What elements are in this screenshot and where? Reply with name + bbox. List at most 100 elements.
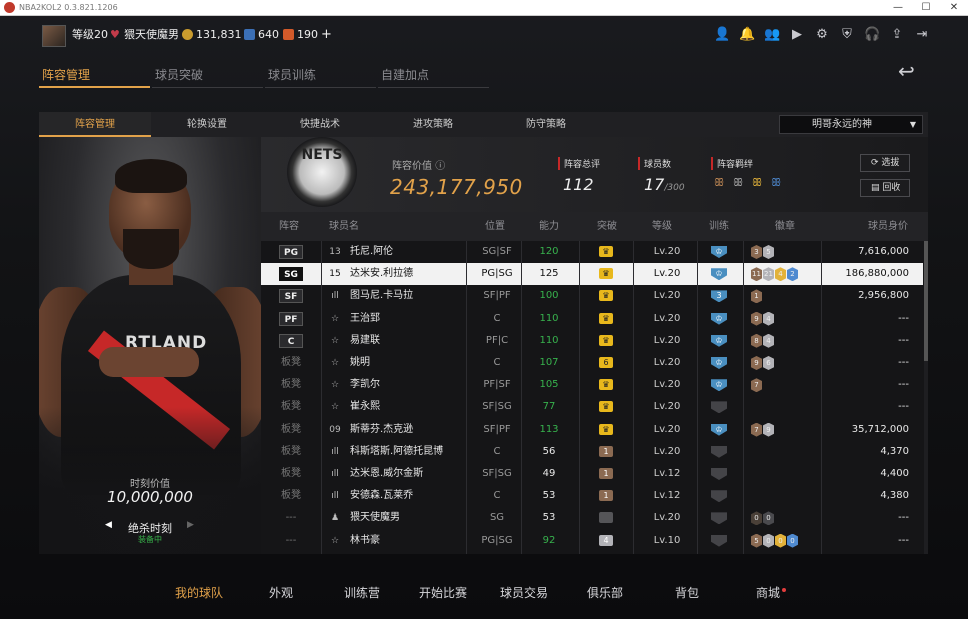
add-currency-button[interactable]: + bbox=[321, 28, 332, 42]
lineup-slot[interactable]: PF bbox=[279, 311, 303, 326]
table-row[interactable]: SG 15 达米安.利拉德 PG|SG 125 ♛ Lv.20 ♔ 11 21 4 2 186,880,… bbox=[261, 263, 923, 286]
table-row[interactable]: 板凳 ıll 安德森.瓦莱乔 C 53 1 Lv.12 4,380 bbox=[261, 485, 923, 507]
player-market-value: --- bbox=[898, 334, 909, 346]
player-name[interactable]: 达米安.利拉德 bbox=[350, 263, 413, 285]
table-row[interactable]: 板凳 ☆ 李凯尔 PF|SF 105 ♛ Lv.20 ♔ 7 --- bbox=[261, 374, 923, 396]
tab-player-training[interactable]: 球员训练 bbox=[265, 66, 376, 88]
profile-icon[interactable]: 👤 bbox=[714, 27, 730, 42]
player-name[interactable]: 图马尼.卡马拉 bbox=[350, 285, 413, 307]
player-name[interactable]: 达米恩.威尔金斯 bbox=[350, 463, 423, 485]
select-button[interactable]: ⟳ 选拔 bbox=[860, 154, 910, 172]
share-icon[interactable]: ⇪ bbox=[889, 27, 905, 42]
bell-icon[interactable]: 🔔 bbox=[739, 27, 755, 42]
training-shield-icon: ♔ bbox=[711, 268, 727, 281]
col-lineup: 阵容 bbox=[279, 221, 299, 232]
subtab-lineup[interactable]: 阵容管理 bbox=[39, 112, 151, 137]
lineup-select[interactable]: 明哥永远的神 ▼ bbox=[779, 115, 923, 134]
bond-icon[interactable]: ꕥ bbox=[771, 177, 785, 189]
player-name[interactable]: 姚明 bbox=[350, 352, 370, 374]
bond-icon[interactable]: ꕥ bbox=[733, 177, 747, 189]
table-row[interactable]: --- ☆ 林书豪 PG|SG 92 4 Lv.10 5 0 0 0 --- bbox=[261, 530, 923, 552]
tab-player-breakthrough[interactable]: 球员突破 bbox=[152, 66, 263, 88]
table-row[interactable]: 板凳 ıll 科斯塔斯.阿德托昆博 C 56 1 Lv.20 4,370 bbox=[261, 441, 923, 463]
player-name[interactable]: 安德森.瓦莱乔 bbox=[350, 485, 413, 507]
player-ability: 49 bbox=[542, 468, 556, 479]
table-row[interactable]: C ☆ 易建联 PF|C 110 ♛ Lv.20 ♔ 8 4 --- bbox=[261, 330, 923, 352]
training-shield-icon bbox=[711, 445, 727, 458]
sub-tabs: 阵容管理 轮换设置 快捷战术 进攻策略 防守策略 明哥永远的神 ▼ bbox=[39, 112, 928, 137]
training-shield-icon bbox=[711, 512, 727, 525]
table-row[interactable]: 板凳 ıll 达米恩.威尔金斯 SF|SG 49 1 Lv.12 4,400 bbox=[261, 463, 923, 485]
table-scrollbar[interactable] bbox=[924, 241, 928, 554]
headset-icon[interactable]: 🎧 bbox=[864, 27, 880, 42]
breakthrough-icon: ♛ bbox=[599, 423, 613, 435]
subtab-quick-tactics[interactable]: 快捷战术 bbox=[264, 112, 376, 137]
nav-my-team[interactable]: 我的球队 bbox=[175, 584, 223, 601]
lineup-slot: 板凳 bbox=[281, 490, 301, 502]
player-ability: 53 bbox=[542, 490, 556, 502]
player-name[interactable]: 林书豪 bbox=[350, 530, 380, 552]
table-row[interactable]: PG 13 托尼.阿伦 SG|SF 120 ♛ Lv.20 ♔ 3 5 7,616,000 bbox=[261, 241, 923, 263]
top-icons: 👤 🔔 👥 ▶ ⚙ ⛨ 🎧 ⇪ ⇥ bbox=[714, 27, 930, 42]
nav-start-game[interactable]: 开始比赛 bbox=[419, 584, 467, 601]
lineup-slot[interactable]: SG bbox=[279, 267, 303, 282]
lineup-slot[interactable]: PG bbox=[279, 245, 303, 259]
badge-icon: 0 bbox=[763, 511, 774, 526]
training-shield-icon bbox=[711, 468, 727, 480]
avatar[interactable] bbox=[42, 25, 66, 47]
player-name[interactable]: 科斯塔斯.阿德托昆博 bbox=[350, 441, 443, 463]
subtab-defense[interactable]: 防守策略 bbox=[490, 112, 602, 137]
badge-list: 00 bbox=[751, 511, 774, 526]
player-name[interactable]: 王治郅 bbox=[350, 308, 380, 330]
maximize-icon[interactable]: ☐ bbox=[912, 0, 940, 16]
lineup-slot: --- bbox=[285, 512, 297, 524]
tab-lineup-management[interactable]: 阵容管理 bbox=[39, 66, 150, 88]
friends-icon[interactable]: 👥 bbox=[764, 27, 780, 42]
player-position: SG bbox=[489, 512, 505, 524]
minimize-icon[interactable]: — bbox=[884, 0, 912, 16]
player-level: Lv.20 bbox=[653, 445, 681, 457]
bond-icon[interactable]: ꕥ bbox=[752, 177, 766, 189]
table-row[interactable]: 板凳 09 斯蒂芬.杰克逊 SF|PF 113 ♛ Lv.20 ♔ 7 9 35,712,000 bbox=[261, 419, 923, 441]
recycle-button[interactable]: ▤ 回收 bbox=[860, 179, 910, 197]
close-icon[interactable]: ✕ bbox=[940, 0, 968, 16]
vip-heart-icon: ♥ bbox=[110, 28, 120, 41]
settings-icon[interactable]: ⚙ bbox=[814, 27, 830, 42]
player-name[interactable]: 李凯尔 bbox=[350, 374, 380, 396]
bond-icon[interactable]: ꕥ bbox=[714, 177, 728, 189]
col-name: 球员名 bbox=[329, 221, 359, 232]
table-row[interactable]: --- ♟ 猥天使魔男 SG 53 Lv.20 0 0 --- bbox=[261, 507, 923, 529]
nav-club[interactable]: 俱乐部 bbox=[587, 584, 623, 601]
subtab-rotation[interactable]: 轮换设置 bbox=[151, 112, 263, 137]
lineup-slot[interactable]: C bbox=[279, 333, 303, 348]
lineup-slot[interactable]: SF bbox=[279, 289, 303, 304]
player-name[interactable]: 托尼.阿伦 bbox=[350, 241, 393, 263]
prev-skill-icon[interactable]: ◀ bbox=[105, 520, 112, 530]
player-name[interactable]: 猥天使魔男 bbox=[350, 507, 400, 529]
table-row[interactable]: 板凳 ☆ 崔永熙 SF|SG 77 ♛ Lv.20 --- bbox=[261, 396, 923, 418]
back-icon[interactable]: ↩ bbox=[898, 61, 928, 82]
subtab-offense[interactable]: 进攻策略 bbox=[377, 112, 489, 137]
badge-icon: 9 bbox=[763, 422, 774, 437]
nav-training-camp[interactable]: 训练营 bbox=[344, 584, 380, 601]
points: 190 bbox=[283, 28, 318, 42]
next-skill-icon[interactable]: ▶ bbox=[187, 520, 194, 530]
player-type-icon: ♟ bbox=[330, 513, 340, 524]
nav-backpack[interactable]: 背包 bbox=[675, 584, 699, 601]
tab-custom-points[interactable]: 自建加点 bbox=[378, 66, 489, 88]
player-name[interactable]: 崔永熙 bbox=[350, 396, 380, 418]
nav-appearance[interactable]: 外观 bbox=[269, 584, 293, 601]
player-name[interactable]: 斯蒂芬.杰克逊 bbox=[350, 419, 413, 441]
video-icon[interactable]: ▶ bbox=[789, 27, 805, 42]
table-row[interactable]: SF ıll 图马尼.卡马拉 SF|PF 100 ♛ Lv.20 3 1 2,956,800 bbox=[261, 285, 923, 307]
shield-icon[interactable]: ⛨ bbox=[839, 27, 855, 42]
player-market-value: 35,712,000 bbox=[851, 423, 909, 435]
help-icon[interactable]: ⓘ bbox=[435, 161, 445, 172]
nav-store[interactable]: 商城 bbox=[756, 584, 780, 601]
table-row[interactable]: PF ☆ 王治郅 C 110 ♛ Lv.20 ♔ 9 4 --- bbox=[261, 308, 923, 330]
nav-player-trade[interactable]: 球员交易 bbox=[500, 584, 548, 601]
player-name[interactable]: 易建联 bbox=[350, 330, 380, 352]
scrollbar-thumb[interactable] bbox=[924, 241, 928, 361]
table-row[interactable]: 板凳 ☆ 姚明 C 107 6 Lv.20 ♔ 9 6 --- bbox=[261, 352, 923, 374]
exit-icon[interactable]: ⇥ bbox=[914, 27, 930, 42]
